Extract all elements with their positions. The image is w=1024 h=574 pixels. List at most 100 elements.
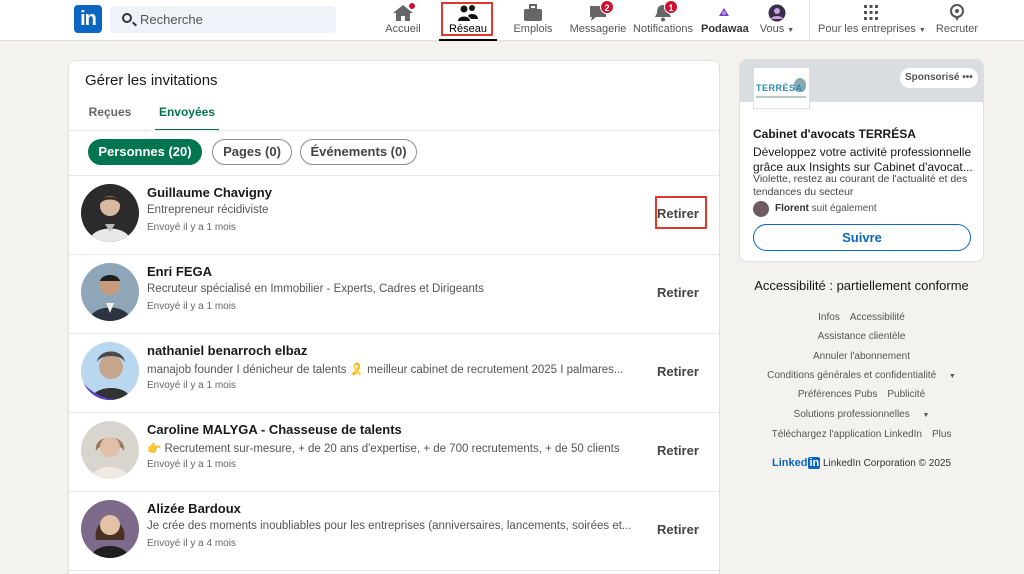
filters-divider <box>69 175 719 176</box>
sent-time: Envoyé il y a 1 mois <box>147 380 236 391</box>
sent-time: Envoyé il y a 4 mois <box>147 538 236 549</box>
footer-link-more[interactable]: Plus <box>932 429 951 440</box>
filter-people-pill[interactable]: Personnes (20) <box>88 139 202 165</box>
nav-me-label: Vous ▼ <box>759 23 795 35</box>
footer-link-help[interactable]: Assistance clientèle <box>818 331 906 342</box>
invitations-card: Gérer les invitations Reçues Envoyées Pe… <box>68 60 720 574</box>
copyright-text: LinkedIn Corporation © 2025 <box>823 458 952 469</box>
footer-link-about[interactable]: Infos <box>818 312 840 323</box>
filter-pages-pill[interactable]: Pages (0) <box>212 139 292 165</box>
footer-link-ad-prefs[interactable]: Préférences Pubs <box>798 389 878 400</box>
sponsored-tag[interactable]: Sponsorisé ••• <box>900 68 978 88</box>
search-bar[interactable] <box>110 6 336 33</box>
invitee-name[interactable]: nathaniel benarroch elbaz <box>147 343 307 358</box>
chevron-down-icon: ▼ <box>787 27 795 34</box>
invitation-row: nathaniel benarroch elbaz manajob founde… <box>69 336 719 415</box>
user-avatar-icon <box>768 4 786 22</box>
chevron-down-icon: ▼ <box>948 373 956 380</box>
withdraw-button[interactable]: Retirer <box>657 364 699 379</box>
nav-podawaa[interactable]: Podawaa <box>701 0 749 41</box>
withdraw-button[interactable]: Retirer <box>657 522 699 537</box>
row-divider <box>69 254 719 255</box>
nav-jobs[interactable]: Emplois <box>511 0 555 41</box>
avatar <box>753 201 769 217</box>
chevron-down-icon: ▼ <box>922 412 930 419</box>
more-options-icon[interactable]: ••• <box>962 72 973 83</box>
invitation-row: Caroline MALYGA - Chasseuse de talents 👉… <box>69 415 719 494</box>
tabs-divider <box>69 130 719 131</box>
footer-brand: Linked in LinkedIn Corporation © 2025 <box>739 457 984 469</box>
briefcase-icon <box>524 4 542 21</box>
invitation-row: Guillaume Chavigny Entrepreneur récidivi… <box>69 178 719 257</box>
footer-link-business[interactable]: Solutions professionnelles ▼ <box>789 409 935 420</box>
sponsored-ad-card: TERRÉSA Sponsorisé ••• Cabinet d'avocats… <box>739 59 984 262</box>
search-input[interactable] <box>140 10 330 29</box>
ad-title[interactable]: Cabinet d'avocats TERRÉSA <box>753 127 916 141</box>
recruiter-icon <box>950 4 964 21</box>
sent-time: Envoyé il y a 1 mois <box>147 301 236 312</box>
sent-time: Envoyé il y a 1 mois <box>147 222 236 233</box>
invitation-tabs: Reçues Envoyées <box>69 101 719 131</box>
withdraw-button[interactable]: Retirer <box>657 443 699 458</box>
footer-line: Annuler l'abonnement <box>739 351 984 362</box>
invitee-name[interactable]: Enri FEGA <box>147 264 212 279</box>
tab-sent[interactable]: Envoyées <box>155 101 219 131</box>
row-divider <box>69 333 719 334</box>
follow-button[interactable]: Suivre <box>753 224 971 251</box>
sponsored-label: Sponsorisé <box>905 72 960 83</box>
search-icon <box>122 13 132 23</box>
messaging-badge: 2 <box>600 0 614 14</box>
avatar[interactable] <box>81 184 139 242</box>
footer-link-accessibility[interactable]: Accessibilité <box>850 312 905 323</box>
accessibility-status[interactable]: Accessibilité : partiellement conforme <box>739 278 984 293</box>
grid-apps-icon <box>864 5 878 20</box>
nav-notifications-label: Notifications <box>633 23 693 35</box>
chevron-down-icon: ▼ <box>918 27 926 34</box>
footer-link-cancel[interactable]: Annuler l'abonnement <box>813 351 910 362</box>
invitation-row: Enri FEGA Recruteur spécialisé en Immobi… <box>69 257 719 336</box>
nav-recruiter-label: Recruter <box>935 23 979 35</box>
invitee-name[interactable]: Caroline MALYGA - Chasseuse de talents <box>147 422 402 437</box>
footer-line: Téléchargez l'application LinkedIn Plus <box>739 429 984 440</box>
nav-home[interactable]: Accueil <box>381 0 425 41</box>
social-text: suit également <box>811 203 877 214</box>
row-divider <box>69 491 719 492</box>
highlight-withdraw-box <box>655 196 707 229</box>
footer-link-terms[interactable]: Conditions générales et confidentialité … <box>762 370 961 381</box>
footer-line: Assistance clientèle <box>739 331 984 342</box>
avatar[interactable] <box>81 342 139 400</box>
footer-link-advertising[interactable]: Publicité <box>887 389 925 400</box>
invitee-headline: Entrepreneur récidiviste <box>147 204 269 216</box>
row-divider <box>69 570 719 571</box>
nav-messaging[interactable]: 2 Messagerie <box>569 0 627 41</box>
ad-description: Développez votre activité professionnell… <box>753 145 973 174</box>
linkedin-wordmark-icon: Linked in <box>771 457 821 469</box>
footer-line: Solutions professionnelles ▼ <box>739 409 984 420</box>
row-divider <box>69 412 719 413</box>
invitee-name[interactable]: Guillaume Chavigny <box>147 185 272 200</box>
footer-line: Infos Accessibilité <box>739 312 984 323</box>
sent-time: Envoyé il y a 1 mois <box>147 459 236 470</box>
nav-me[interactable]: Vous ▼ <box>755 0 799 41</box>
company-logo-text: TERRÉSA <box>756 83 803 93</box>
avatar[interactable] <box>81 421 139 479</box>
footer-line: Conditions générales et confidentialité … <box>739 370 984 381</box>
page-title: Gérer les invitations <box>85 72 218 89</box>
invitation-row: Alizée Bardoux Je crée des moments inoub… <box>69 494 719 573</box>
nav-notifications[interactable]: 1 Notifications <box>633 0 693 41</box>
notifications-badge: 1 <box>664 0 678 14</box>
company-logo[interactable]: TERRÉSA <box>753 67 810 109</box>
avatar[interactable] <box>81 500 139 558</box>
highlight-network-box <box>441 2 493 36</box>
filter-events-pill[interactable]: Événements (0) <box>300 139 417 165</box>
invitee-name[interactable]: Alizée Bardoux <box>147 501 241 516</box>
avatar[interactable] <box>81 263 139 321</box>
linkedin-logo-icon[interactable]: in <box>74 5 102 33</box>
nav-recruiter[interactable]: Recruter <box>934 0 980 41</box>
footer-link-app[interactable]: Téléchargez l'application LinkedIn <box>772 429 922 440</box>
tab-received[interactable]: Reçues <box>87 101 133 131</box>
withdraw-button[interactable]: Retirer <box>657 285 699 300</box>
invitee-headline: Recruteur spécialisé en Immobilier - Exp… <box>147 283 484 295</box>
logo-subline <box>756 96 806 98</box>
nav-for-business[interactable]: Pour les entreprises ▼ <box>818 0 926 41</box>
